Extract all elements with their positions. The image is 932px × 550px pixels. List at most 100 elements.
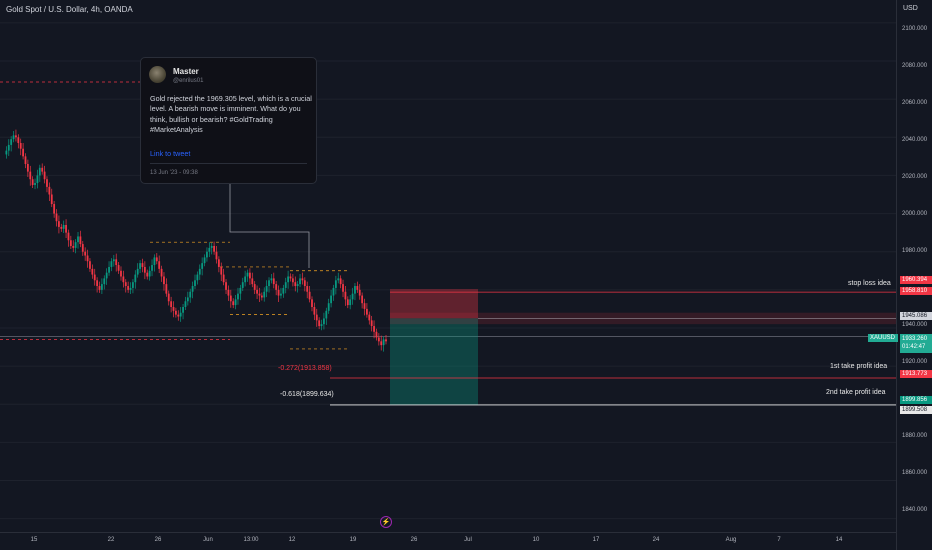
candle-body: [179, 312, 182, 317]
entry-badge: 1945.086: [900, 312, 932, 320]
candle-body: [22, 148, 25, 157]
candle-body: [208, 247, 211, 252]
candle-body: [163, 276, 165, 285]
candle-body: [325, 310, 328, 319]
price-tick: 1980.000: [902, 248, 928, 254]
candle-body: [354, 286, 356, 294]
price-tick: 2040.000: [902, 137, 928, 143]
time-tick: 26: [410, 537, 418, 543]
candle-body: [10, 139, 13, 145]
candle-body: [282, 287, 285, 294]
candle-body: [249, 272, 251, 279]
candle-body: [115, 259, 118, 266]
take-profit-zone: [390, 318, 478, 405]
candle-body: [201, 263, 204, 269]
candle-body: [29, 171, 32, 180]
candle-body: [117, 265, 120, 271]
candle-body: [67, 232, 70, 241]
candle-body: [127, 286, 130, 290]
tp1-badge: 1913.773: [900, 370, 932, 378]
candle-body: [251, 278, 254, 285]
chart-window[interactable]: Gold Spot / U.S. Dollar, 4h, OANDA Maste…: [0, 0, 932, 550]
stop-loss-badge: 1958.810: [900, 287, 932, 295]
candle-body: [148, 270, 151, 277]
symbol-badge: XAUUSD: [868, 334, 898, 342]
candle-body: [263, 291, 266, 298]
candle-body: [382, 339, 385, 346]
candle-body: [303, 280, 306, 287]
candle-body: [337, 278, 340, 281]
candle-body: [77, 236, 79, 243]
time-tick: 17: [592, 537, 600, 543]
candle-body: [203, 257, 206, 264]
lightning-icon[interactable]: ⚡: [380, 516, 392, 528]
chart-canvas[interactable]: [0, 0, 896, 532]
candle-body: [253, 284, 256, 290]
stop-loss-label: stop loss idea: [848, 280, 891, 287]
candle-body: [268, 280, 270, 287]
time-axis[interactable]: 15 22 26 Jun 13:00 12 19 26 Jul 10 17 24…: [0, 532, 896, 550]
candle-body: [98, 286, 101, 290]
candle-body: [191, 286, 194, 292]
candle-body: [24, 156, 27, 164]
candle-body: [229, 295, 232, 302]
candle-body: [318, 320, 321, 327]
candle-body: [155, 257, 158, 262]
last-price-badge: 1933.260 01:42:47: [900, 334, 932, 353]
candle-body: [186, 297, 189, 302]
time-tick: 14: [835, 537, 843, 543]
candle-body: [294, 282, 297, 287]
candle-body: [368, 314, 371, 321]
candle-body: [36, 175, 39, 184]
candle-body: [291, 278, 294, 283]
candle-body: [5, 150, 8, 155]
candle-body: [239, 287, 242, 294]
stop-loss-badge: 1960.394: [900, 276, 932, 284]
candle-body: [327, 303, 330, 311]
candle-body: [72, 245, 75, 248]
time-tick: 22: [107, 537, 115, 543]
candle-body: [287, 276, 290, 283]
candle-body: [26, 163, 29, 172]
price-axis[interactable]: USD 2100.000 2080.000 2060.000 2040.000 …: [896, 0, 932, 550]
candle-body: [108, 266, 110, 273]
candle-body: [103, 278, 106, 285]
candle-body: [79, 236, 82, 245]
candle-body: [377, 337, 380, 342]
tp2-badge: 1899.508: [900, 406, 932, 414]
tweet-card: Master @enrilus01 Gold rejected the 1969…: [140, 57, 317, 184]
candle-body: [339, 278, 342, 285]
symbol-title[interactable]: Gold Spot / U.S. Dollar, 4h, OANDA: [6, 5, 133, 14]
candle-body: [289, 276, 292, 279]
candle-body: [53, 204, 56, 214]
candle-body: [50, 194, 53, 205]
candle-body: [60, 226, 63, 229]
candle-body: [129, 287, 132, 290]
price-tick: 1880.000: [902, 433, 928, 439]
candle-body: [237, 293, 239, 300]
candle-body: [93, 274, 96, 281]
candle-body: [232, 301, 235, 306]
tweet-link[interactable]: Link to tweet: [150, 149, 190, 158]
candle-body: [170, 301, 173, 307]
candle-body: [174, 310, 177, 315]
time-tick: 7: [777, 537, 781, 543]
candle-body: [184, 301, 187, 307]
tweet-connector: [229, 184, 310, 268]
candle-body: [46, 179, 48, 187]
candle-body: [241, 282, 244, 288]
candle-body: [284, 282, 287, 288]
candle-body: [272, 278, 275, 285]
candle-body: [122, 276, 125, 283]
candle-body: [172, 306, 175, 311]
candle-body: [234, 299, 237, 306]
candle-body: [346, 299, 349, 306]
candle-body: [15, 135, 17, 138]
price-tick: 2000.000: [902, 211, 928, 217]
candle-body: [196, 274, 199, 281]
candle-body: [182, 306, 184, 313]
price-tick: 1940.000: [902, 322, 928, 328]
candle-body: [177, 314, 180, 317]
price-tick: 1920.000: [902, 359, 928, 365]
candle-body: [373, 326, 375, 332]
